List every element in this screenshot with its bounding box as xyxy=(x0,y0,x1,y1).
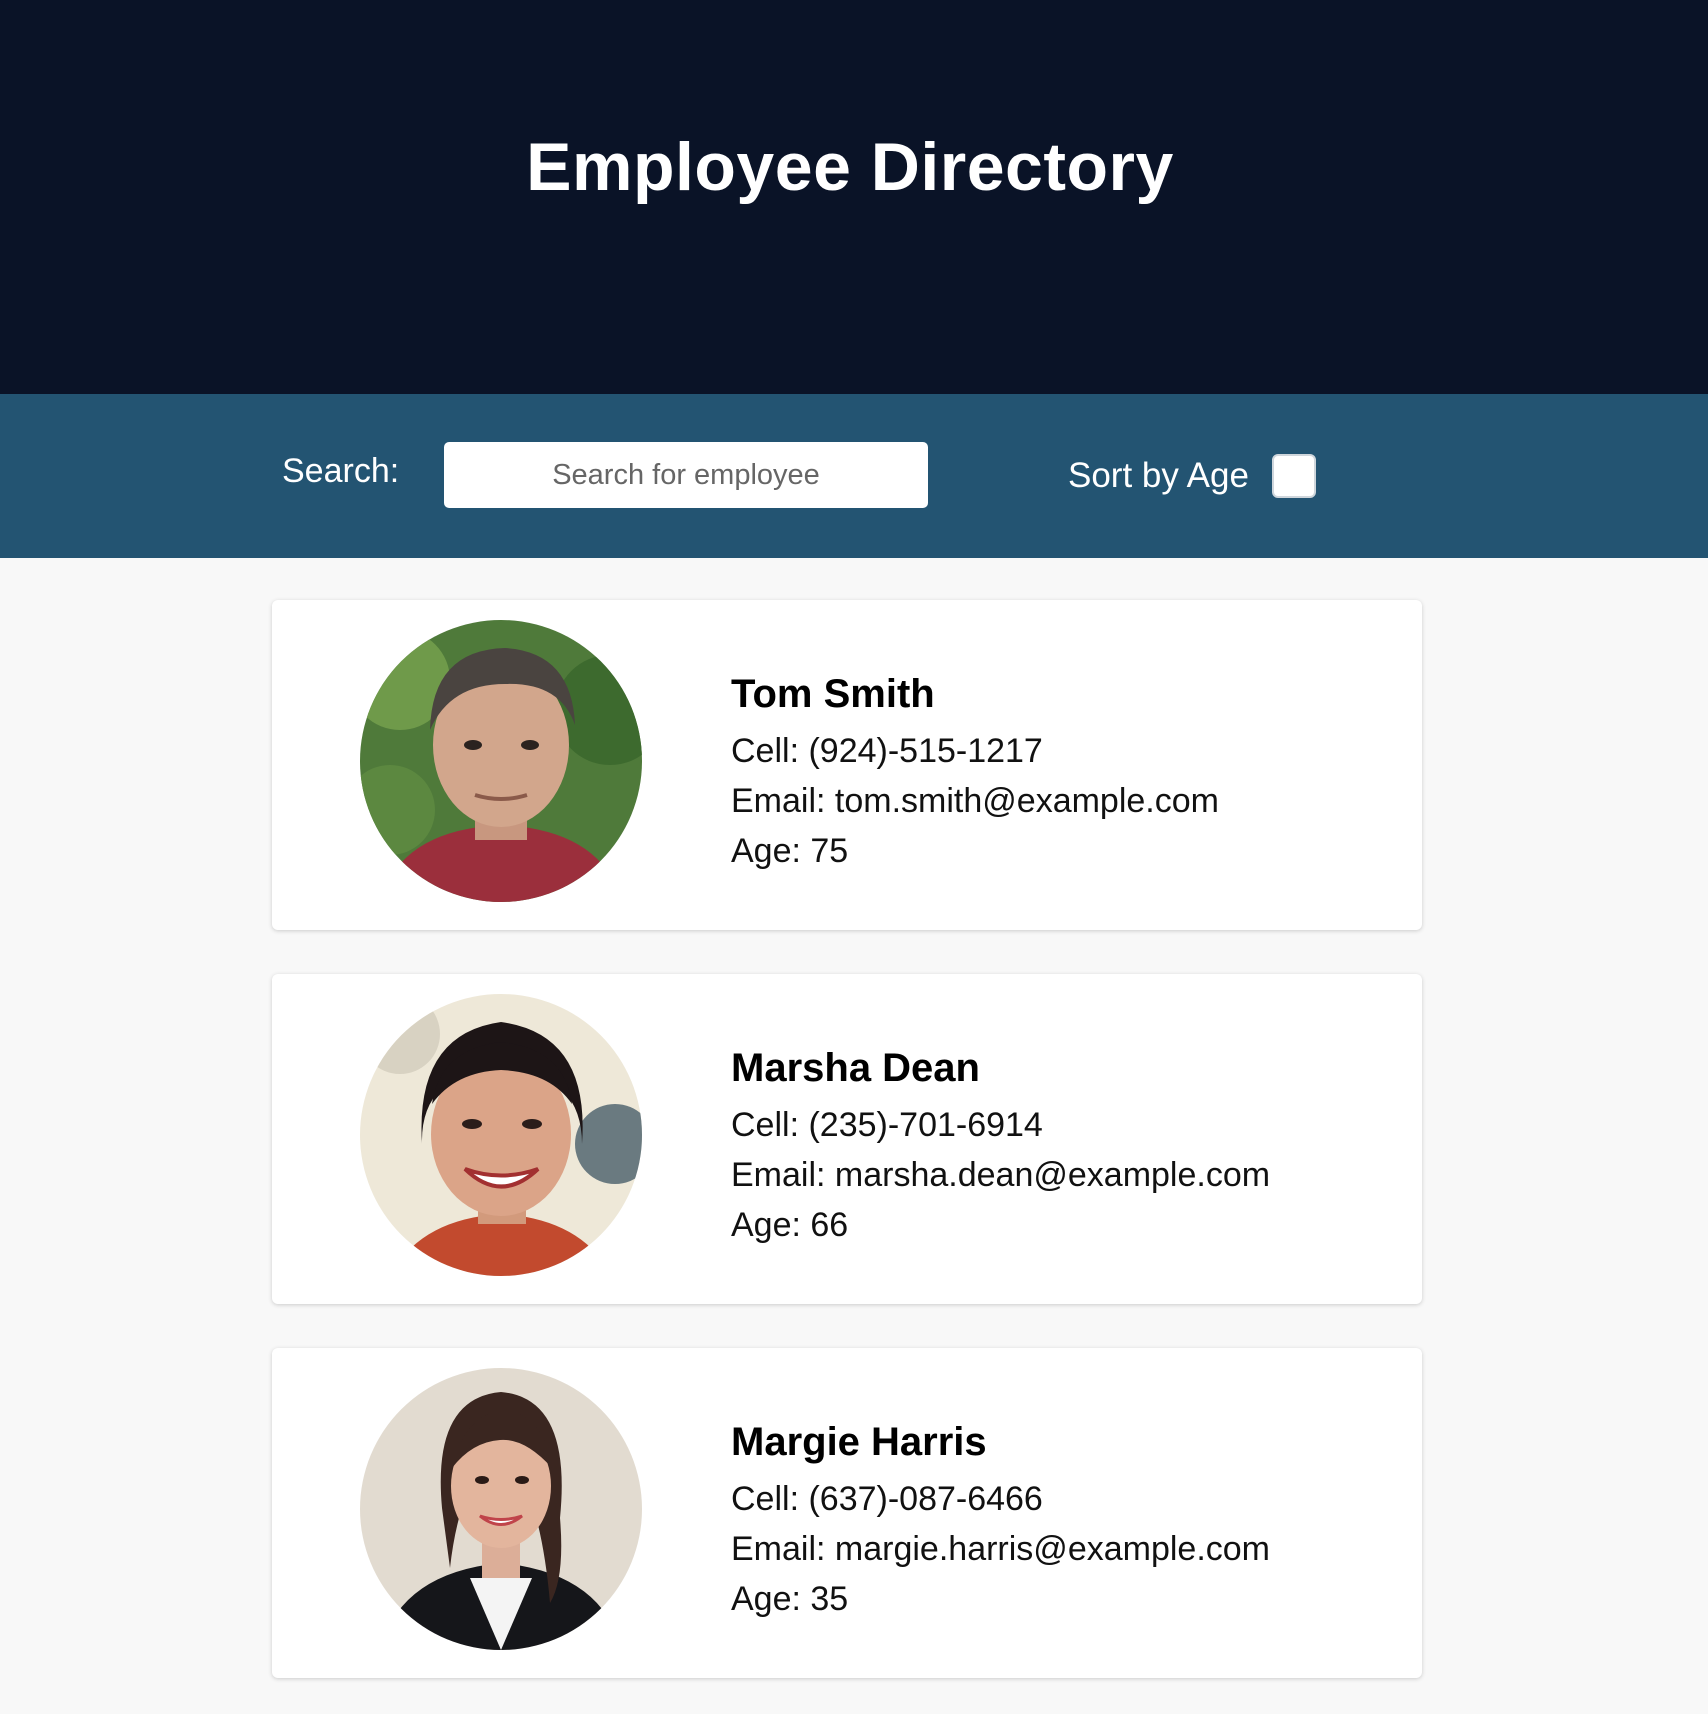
employee-cell: Cell: (235)-701-6914 xyxy=(731,1106,1043,1144)
employee-card: Marsha Dean Cell: (235)-701-6914 Email: … xyxy=(272,974,1422,1304)
search-input[interactable] xyxy=(444,442,928,508)
employee-age: Age: 35 xyxy=(731,1580,849,1618)
employee-age: Age: 66 xyxy=(731,1206,849,1244)
sort-by-age-checkbox[interactable] xyxy=(1272,454,1316,498)
employee-photo xyxy=(360,620,642,902)
page-header: Employee Directory xyxy=(0,0,1708,394)
employee-name: Margie Harris xyxy=(731,1420,987,1464)
employee-email: Email: marsha.dean@example.com xyxy=(731,1156,1271,1194)
employee-email: Email: tom.smith@example.com xyxy=(731,782,1219,820)
employee-card: Tom Smith Cell: (924)-515-1217 Email: to… xyxy=(272,600,1422,930)
employee-age: Age: 75 xyxy=(731,832,849,870)
employee-name: Marsha Dean xyxy=(731,1046,980,1090)
employee-cell: Cell: (924)-515-1217 xyxy=(731,732,1043,770)
employee-cell: Cell: (637)-087-6466 xyxy=(731,1480,1043,1518)
search-toolbar: Search: Sort by Age xyxy=(0,394,1708,558)
employee-photo xyxy=(360,1368,642,1650)
page-title: Employee Directory xyxy=(526,129,1174,205)
employee-name: Tom Smith xyxy=(731,672,935,716)
search-label: Search: xyxy=(282,452,400,490)
employee-photo xyxy=(360,994,642,1276)
employee-email: Email: margie.harris@example.com xyxy=(731,1530,1271,1568)
employee-card: Margie Harris Cell: (637)-087-6466 Email… xyxy=(272,1348,1422,1678)
sort-by-age-label: Sort by Age xyxy=(1068,456,1249,495)
